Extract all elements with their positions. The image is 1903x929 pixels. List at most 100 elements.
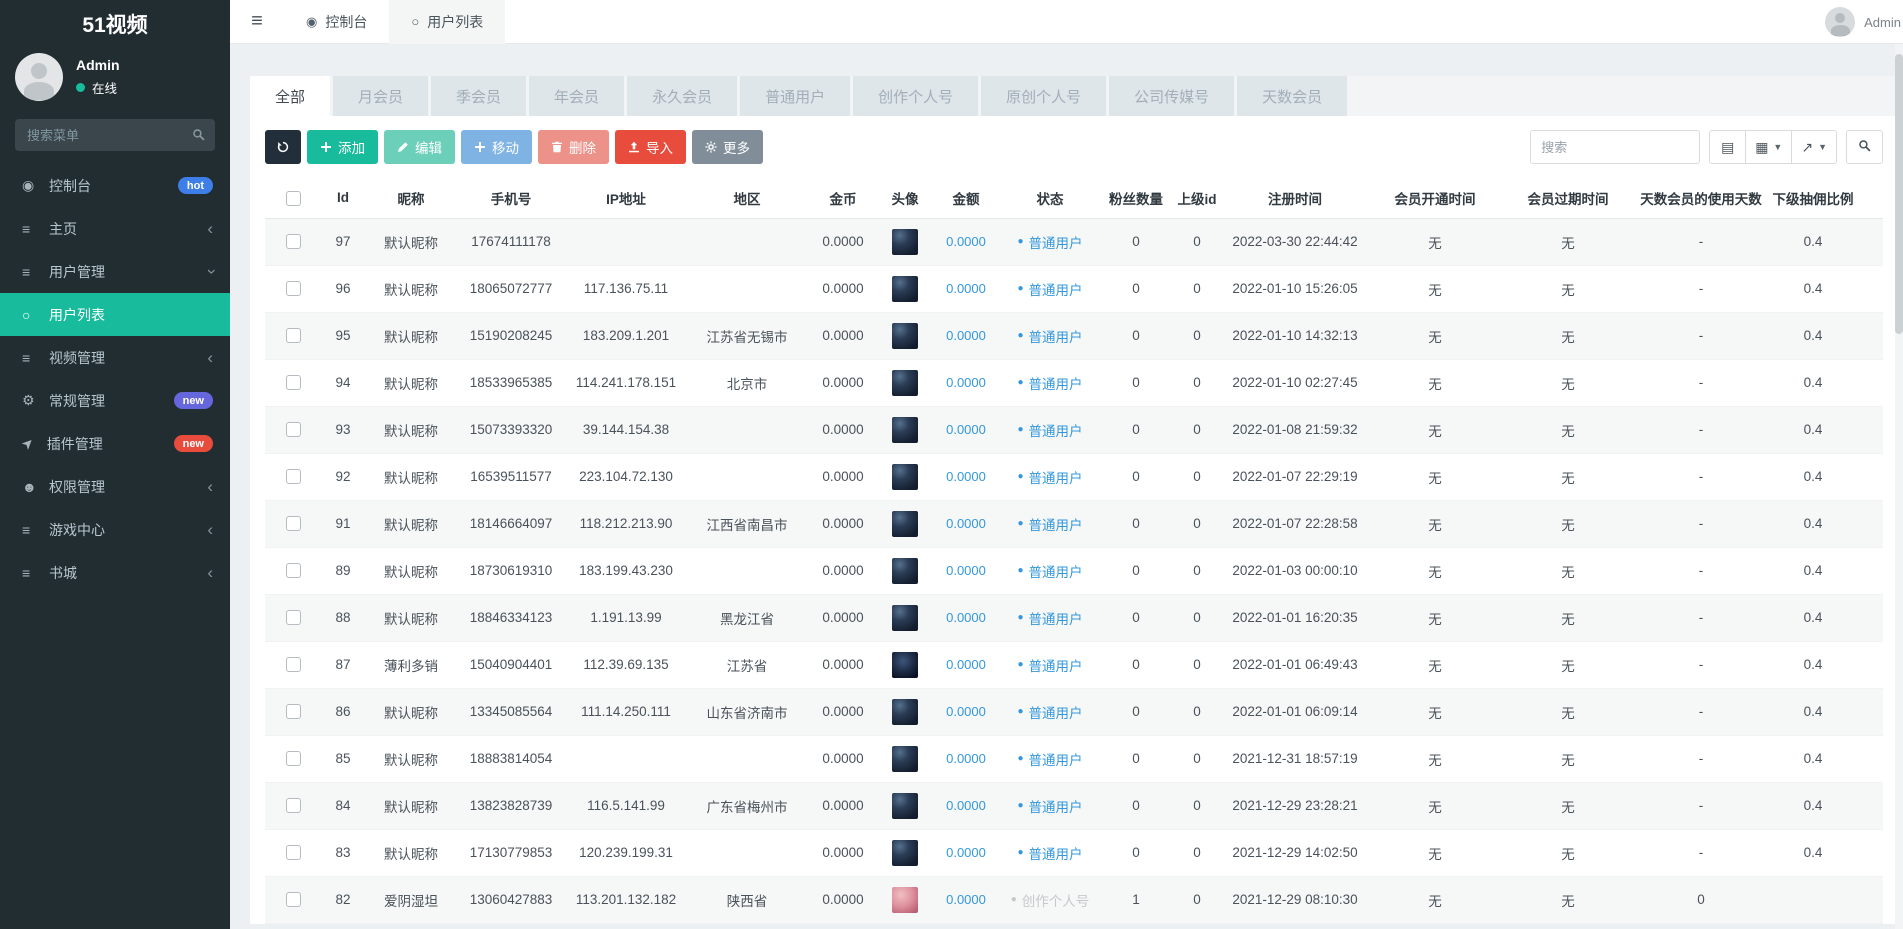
column-header[interactable]: 会员过期时间 bbox=[1501, 178, 1635, 218]
row-checkbox[interactable] bbox=[286, 281, 301, 296]
user-avatar-image[interactable] bbox=[892, 746, 918, 772]
user-avatar-image[interactable] bbox=[892, 605, 918, 631]
filter-tab[interactable]: 天数会员 bbox=[1237, 76, 1347, 116]
topbar-user-menu[interactable]: Admin bbox=[1825, 0, 1901, 44]
amount-link[interactable]: 0.0000 bbox=[946, 751, 986, 766]
more-button[interactable]: 更多 bbox=[692, 130, 763, 164]
delete-button[interactable]: 删除 bbox=[538, 130, 609, 164]
amount-link[interactable]: 0.0000 bbox=[946, 563, 986, 578]
column-header[interactable]: 状态 bbox=[1001, 178, 1099, 218]
amount-link[interactable]: 0.0000 bbox=[946, 281, 986, 296]
user-avatar-image[interactable] bbox=[892, 511, 918, 537]
sidebar-item-video-mgmt[interactable]: ≡ 视频管理 ‹ bbox=[0, 336, 230, 379]
sidebar-item-user-mgmt[interactable]: ≡ 用户管理 ‹ bbox=[0, 250, 230, 293]
column-header[interactable]: 0=停 bbox=[1859, 178, 1883, 218]
add-button[interactable]: 添加 bbox=[307, 130, 378, 164]
amount-link[interactable]: 0.0000 bbox=[946, 845, 986, 860]
filter-tab[interactable]: 公司传媒号 bbox=[1109, 76, 1234, 116]
column-header[interactable]: 下级抽佣比例 bbox=[1767, 178, 1859, 218]
column-header[interactable]: Id bbox=[321, 178, 365, 218]
menu-toggle-icon[interactable]: ≡ bbox=[230, 10, 284, 33]
sidebar-item-auth-mgmt[interactable]: ☻ 权限管理 ‹ bbox=[0, 465, 230, 508]
sidebar-item-home[interactable]: ≡ 主页 ‹ bbox=[0, 207, 230, 250]
refresh-button[interactable] bbox=[265, 130, 301, 164]
move-button[interactable]: 移动 bbox=[461, 130, 532, 164]
row-checkbox[interactable] bbox=[286, 563, 301, 578]
topbar-tab-user-list[interactable]: ○ 用户列表 bbox=[389, 0, 505, 44]
column-header[interactable]: 头像 bbox=[879, 178, 931, 218]
column-header[interactable]: 会员开通时间 bbox=[1369, 178, 1501, 218]
row-checkbox[interactable] bbox=[286, 516, 301, 531]
filter-tab[interactable]: 年会员 bbox=[529, 76, 624, 116]
filter-tab[interactable]: 永久会员 bbox=[627, 76, 737, 116]
row-checkbox[interactable] bbox=[286, 610, 301, 625]
user-avatar-image[interactable] bbox=[892, 229, 918, 255]
user-avatar-image[interactable] bbox=[892, 887, 918, 913]
user-avatar-image[interactable] bbox=[892, 370, 918, 396]
sidebar-item-plugin-mgmt[interactable]: ➤ 插件管理 new bbox=[0, 422, 230, 465]
user-avatar-image[interactable] bbox=[892, 558, 918, 584]
user-avatar-image[interactable] bbox=[892, 652, 918, 678]
filter-tab[interactable]: 创作个人号 bbox=[853, 76, 978, 116]
edit-button[interactable]: 编辑 bbox=[384, 130, 455, 164]
user-avatar-image[interactable] bbox=[892, 464, 918, 490]
scrollbar-thumb[interactable] bbox=[1895, 54, 1903, 334]
column-header[interactable]: 地区 bbox=[687, 178, 807, 218]
filter-tab[interactable]: 全部 bbox=[250, 76, 330, 116]
row-checkbox[interactable] bbox=[286, 798, 301, 813]
sidebar-item-general-mgmt[interactable]: ⚙ 常规管理 new bbox=[0, 379, 230, 422]
column-header[interactable]: 昵称 bbox=[365, 178, 457, 218]
amount-link[interactable]: 0.0000 bbox=[946, 704, 986, 719]
column-header[interactable]: 金币 bbox=[807, 178, 879, 218]
column-header[interactable]: 手机号 bbox=[457, 178, 565, 218]
sidebar-search-input[interactable] bbox=[15, 119, 215, 151]
columns-button[interactable]: ▦▼ bbox=[1745, 130, 1792, 164]
column-header[interactable]: 金额 bbox=[931, 178, 1001, 218]
import-button[interactable]: 导入 bbox=[615, 130, 686, 164]
export-button[interactable]: ↗▼ bbox=[1791, 130, 1837, 164]
row-checkbox[interactable] bbox=[286, 657, 301, 672]
row-checkbox[interactable] bbox=[286, 751, 301, 766]
column-header[interactable]: 天数会员的使用天数 bbox=[1635, 178, 1767, 218]
row-checkbox[interactable] bbox=[286, 422, 301, 437]
table-search-input[interactable] bbox=[1530, 130, 1700, 164]
filter-tab[interactable]: 季会员 bbox=[431, 76, 526, 116]
amount-link[interactable]: 0.0000 bbox=[946, 610, 986, 625]
user-avatar-image[interactable] bbox=[892, 840, 918, 866]
amount-link[interactable]: 0.0000 bbox=[946, 469, 986, 484]
user-avatar-image[interactable] bbox=[892, 417, 918, 443]
amount-link[interactable]: 0.0000 bbox=[946, 375, 986, 390]
advanced-search-button[interactable] bbox=[1846, 130, 1883, 164]
user-avatar-image[interactable] bbox=[892, 323, 918, 349]
column-header[interactable]: 粉丝数量 bbox=[1099, 178, 1173, 218]
amount-link[interactable]: 0.0000 bbox=[946, 516, 986, 531]
amount-link[interactable]: 0.0000 bbox=[946, 328, 986, 343]
select-all-checkbox[interactable] bbox=[286, 191, 301, 206]
column-header[interactable]: IP地址 bbox=[565, 178, 687, 218]
row-checkbox[interactable] bbox=[286, 234, 301, 249]
amount-link[interactable]: 0.0000 bbox=[946, 798, 986, 813]
filter-tab[interactable]: 月会员 bbox=[333, 76, 428, 116]
detail-view-button[interactable]: ▤ bbox=[1709, 130, 1746, 164]
sidebar-item-console[interactable]: ◉ 控制台 hot bbox=[0, 164, 230, 207]
row-checkbox[interactable] bbox=[286, 375, 301, 390]
amount-link[interactable]: 0.0000 bbox=[946, 234, 986, 249]
filter-tab[interactable]: 原创个人号 bbox=[981, 76, 1106, 116]
row-checkbox[interactable] bbox=[286, 845, 301, 860]
user-avatar-image[interactable] bbox=[892, 793, 918, 819]
sidebar-item-game-center[interactable]: ≡ 游戏中心 ‹ bbox=[0, 508, 230, 551]
row-checkbox[interactable] bbox=[286, 328, 301, 343]
user-avatar-image[interactable] bbox=[892, 276, 918, 302]
user-avatar-image[interactable] bbox=[892, 699, 918, 725]
row-checkbox[interactable] bbox=[286, 469, 301, 484]
sidebar-item-user-list[interactable]: ○ 用户列表 bbox=[0, 293, 230, 336]
amount-link[interactable]: 0.0000 bbox=[946, 892, 986, 907]
sidebar-item-book-city[interactable]: ≡ 书城 ‹ bbox=[0, 551, 230, 594]
amount-link[interactable]: 0.0000 bbox=[946, 657, 986, 672]
column-header[interactable]: 上级id bbox=[1173, 178, 1221, 218]
filter-tab[interactable]: 普通用户 bbox=[740, 76, 850, 116]
row-checkbox[interactable] bbox=[286, 704, 301, 719]
amount-link[interactable]: 0.0000 bbox=[946, 422, 986, 437]
topbar-tab-console[interactable]: ◉ 控制台 bbox=[284, 0, 389, 44]
page-scrollbar[interactable] bbox=[1895, 44, 1903, 929]
